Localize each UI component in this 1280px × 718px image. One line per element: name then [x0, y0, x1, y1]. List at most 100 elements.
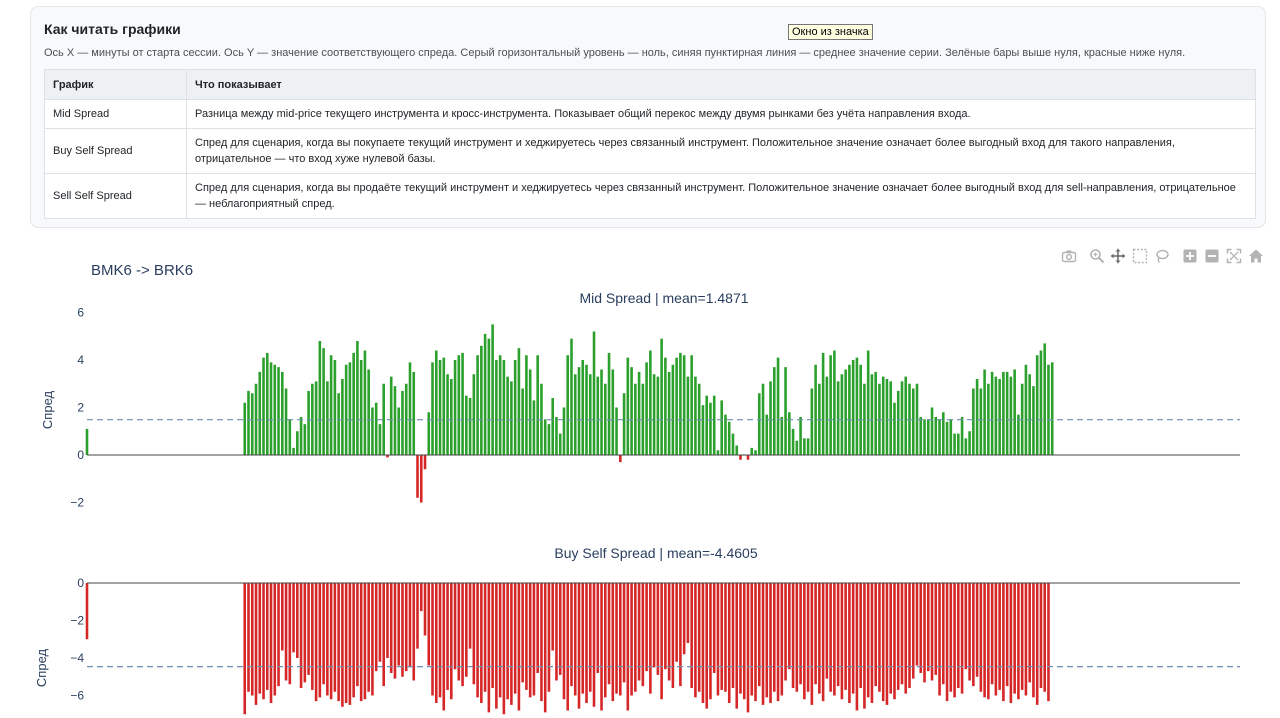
bar[interactable]	[258, 371, 262, 456]
bar[interactable]	[348, 583, 352, 705]
bar[interactable]	[416, 455, 419, 498]
bar[interactable]	[423, 455, 427, 470]
bar[interactable]	[994, 376, 998, 456]
bar[interactable]	[577, 367, 581, 456]
bar[interactable]	[1050, 362, 1054, 456]
bar[interactable]	[596, 583, 600, 673]
bar[interactable]	[408, 362, 412, 456]
bar[interactable]	[810, 583, 814, 705]
bar[interactable]	[427, 583, 431, 666]
bar[interactable]	[603, 583, 607, 698]
bar[interactable]	[341, 583, 344, 707]
bar[interactable]	[829, 355, 832, 455]
bar[interactable]	[626, 357, 630, 455]
bar[interactable]	[281, 583, 284, 651]
bar[interactable]	[431, 362, 434, 456]
bar[interactable]	[799, 417, 802, 455]
bar[interactable]	[724, 583, 727, 692]
bar[interactable]	[288, 419, 292, 456]
bar[interactable]	[975, 379, 979, 455]
bar[interactable]	[461, 583, 464, 687]
bar[interactable]	[341, 379, 344, 455]
bar[interactable]	[712, 395, 716, 456]
bar[interactable]	[757, 583, 761, 687]
bar[interactable]	[359, 583, 363, 702]
bar[interactable]	[337, 583, 340, 702]
bar[interactable]	[389, 376, 393, 456]
bar[interactable]	[667, 583, 671, 681]
bar[interactable]	[716, 583, 720, 696]
bar[interactable]	[322, 583, 325, 685]
bar[interactable]	[833, 350, 836, 456]
bar[interactable]	[367, 583, 370, 692]
bar[interactable]	[645, 583, 648, 672]
bar[interactable]	[615, 583, 618, 694]
bar[interactable]	[506, 376, 509, 456]
bar[interactable]	[964, 583, 968, 670]
bar[interactable]	[724, 414, 727, 456]
spread-charts[interactable]: Mid Spread | mean=1.4871 Спред −2 0 2 4 6 Bu…	[0, 280, 1280, 718]
bar[interactable]	[393, 583, 397, 679]
bar[interactable]	[949, 419, 953, 456]
bar[interactable]	[705, 395, 708, 456]
bar[interactable]	[506, 583, 509, 700]
bar[interactable]	[1020, 583, 1024, 690]
bar[interactable]	[371, 407, 374, 456]
bar[interactable]	[712, 583, 716, 673]
bar[interactable]	[893, 402, 896, 455]
bar[interactable]	[555, 417, 558, 455]
pan-icon[interactable]	[1110, 248, 1126, 264]
bar[interactable]	[498, 355, 502, 455]
bar[interactable]	[656, 583, 660, 675]
bar[interactable]	[363, 583, 367, 700]
bar[interactable]	[889, 381, 893, 456]
bar[interactable]	[536, 355, 539, 455]
bar[interactable]	[945, 421, 949, 455]
bar[interactable]	[694, 376, 697, 456]
bar[interactable]	[893, 583, 896, 700]
bar[interactable]	[746, 455, 750, 460]
bar[interactable]	[344, 583, 348, 703]
bar[interactable]	[517, 583, 521, 711]
bar[interactable]	[1009, 376, 1013, 456]
bar[interactable]	[709, 583, 712, 700]
bar[interactable]	[881, 583, 885, 702]
bar[interactable]	[269, 362, 273, 456]
bar[interactable]	[735, 583, 739, 709]
bar[interactable]	[765, 414, 769, 456]
bar[interactable]	[1035, 583, 1039, 705]
bar[interactable]	[960, 583, 964, 694]
bar[interactable]	[528, 369, 532, 456]
bar[interactable]	[371, 583, 374, 696]
bar[interactable]	[889, 583, 893, 694]
bar[interactable]	[480, 583, 483, 703]
bar[interactable]	[299, 583, 303, 688]
bar[interactable]	[705, 583, 708, 709]
zoom-in-icon[interactable]	[1182, 248, 1198, 264]
bar[interactable]	[528, 583, 532, 698]
bar[interactable]	[588, 583, 592, 692]
bar[interactable]	[942, 412, 945, 455]
bar[interactable]	[870, 374, 874, 455]
bar[interactable]	[1002, 371, 1005, 456]
bar[interactable]	[761, 583, 765, 705]
bar[interactable]	[570, 583, 573, 687]
bar[interactable]	[1047, 364, 1050, 455]
bar[interactable]	[855, 583, 859, 711]
bar[interactable]	[472, 583, 476, 685]
bar[interactable]	[851, 583, 855, 694]
bar[interactable]	[416, 583, 419, 649]
bar[interactable]	[788, 412, 791, 455]
bar[interactable]	[585, 364, 588, 455]
bar[interactable]	[303, 583, 307, 683]
bar[interactable]	[634, 583, 637, 692]
bar[interactable]	[378, 424, 382, 456]
bar[interactable]	[776, 583, 780, 702]
bar[interactable]	[307, 390, 310, 456]
bar[interactable]	[480, 345, 483, 455]
bar[interactable]	[359, 360, 363, 455]
bar[interactable]	[326, 381, 329, 456]
bar[interactable]	[386, 583, 389, 658]
bar[interactable]	[915, 583, 919, 666]
bar[interactable]	[833, 583, 836, 696]
